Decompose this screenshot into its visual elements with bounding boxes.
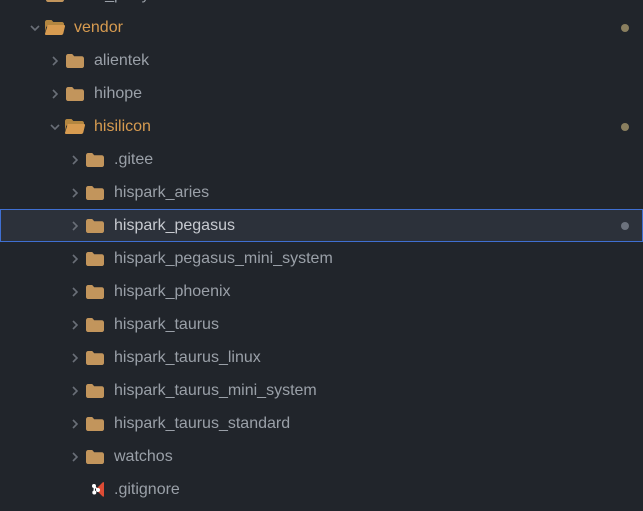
chevron-right-icon: [66, 253, 84, 265]
chevron-right-icon: [66, 385, 84, 397]
chevron-right-icon: [66, 154, 84, 166]
tree-item-label: hisilicon: [94, 118, 151, 136]
tree-item-hispark-pegasus[interactable]: hispark_pegasus: [0, 209, 643, 242]
chevron-right-icon: [66, 451, 84, 463]
status-dot-icon: [621, 24, 629, 32]
folder-icon: [64, 87, 86, 101]
folder-icon: [84, 285, 106, 299]
tree-item-label: .gitignore: [114, 481, 180, 499]
folder-icon: [84, 252, 106, 266]
tree-item-hisilicon[interactable]: hisilicon: [0, 110, 643, 143]
folder-open-icon: [64, 119, 86, 134]
tree-item-label: alientek: [94, 52, 149, 70]
tree-item-label: hispark_pegasus: [114, 217, 235, 235]
tree-item-alientek[interactable]: alientek: [0, 44, 643, 77]
tree-item-hihope[interactable]: hihope: [0, 77, 643, 110]
chevron-right-icon: [66, 319, 84, 331]
tree-item-hispark-taurus-standard[interactable]: hispark_taurus_standard: [0, 407, 643, 440]
tree-item-label: hispark_taurus: [114, 316, 219, 334]
tree-item-label: third_party: [74, 0, 150, 4]
folder-icon: [84, 219, 106, 233]
file-explorer: third_party vendor alientek hihope: [0, 0, 643, 511]
tree-item-hispark-taurus-mini-system[interactable]: hispark_taurus_mini_system: [0, 374, 643, 407]
folder-icon: [64, 54, 86, 68]
chevron-right-icon: [66, 418, 84, 430]
folder-icon: [84, 384, 106, 398]
tree-item-hispark-pegasus-mini-system[interactable]: hispark_pegasus_mini_system: [0, 242, 643, 275]
folder-icon: [84, 450, 106, 464]
folder-open-icon: [44, 20, 66, 35]
tree-item-gitee[interactable]: .gitee: [0, 143, 643, 176]
folder-icon: [84, 318, 106, 332]
tree-item-hispark-aries[interactable]: hispark_aries: [0, 176, 643, 209]
tree-item-label: hispark_pegasus_mini_system: [114, 250, 333, 268]
chevron-right-icon: [46, 55, 64, 67]
tree-item-label: vendor: [74, 19, 123, 37]
chevron-right-icon: [46, 88, 64, 100]
chevron-right-icon: [66, 220, 84, 232]
tree-item-third-party[interactable]: third_party: [0, 0, 643, 11]
tree-item-gitignore[interactable]: .gitignore: [0, 473, 643, 506]
status-dot-icon: [621, 123, 629, 131]
tree-item-vendor[interactable]: vendor: [0, 11, 643, 44]
tree-item-label: hispark_taurus_linux: [114, 349, 261, 367]
chevron-right-icon: [26, 0, 44, 1]
chevron-right-icon: [66, 286, 84, 298]
tree-item-hispark-taurus[interactable]: hispark_taurus: [0, 308, 643, 341]
chevron-right-icon: [66, 352, 84, 364]
tree-item-label: hispark_taurus_standard: [114, 415, 290, 433]
chevron-down-icon: [26, 22, 44, 34]
tree-item-watchos[interactable]: watchos: [0, 440, 643, 473]
tree-item-label: hihope: [94, 85, 142, 103]
folder-icon: [84, 417, 106, 431]
tree-item-label: hispark_aries: [114, 184, 209, 202]
folder-icon: [84, 153, 106, 167]
folder-icon: [84, 351, 106, 365]
tree-item-label: hispark_taurus_mini_system: [114, 382, 317, 400]
git-icon: [84, 481, 106, 498]
tree-item-label: watchos: [114, 448, 173, 466]
tree-item-hispark-taurus-linux[interactable]: hispark_taurus_linux: [0, 341, 643, 374]
chevron-right-icon: [66, 187, 84, 199]
tree-item-label: hispark_phoenix: [114, 283, 231, 301]
folder-icon: [44, 0, 66, 2]
tree-item-label: .gitee: [114, 151, 153, 169]
tree-item-hispark-phoenix[interactable]: hispark_phoenix: [0, 275, 643, 308]
chevron-down-icon: [46, 121, 64, 133]
folder-icon: [84, 186, 106, 200]
status-dot-icon: [621, 222, 629, 230]
